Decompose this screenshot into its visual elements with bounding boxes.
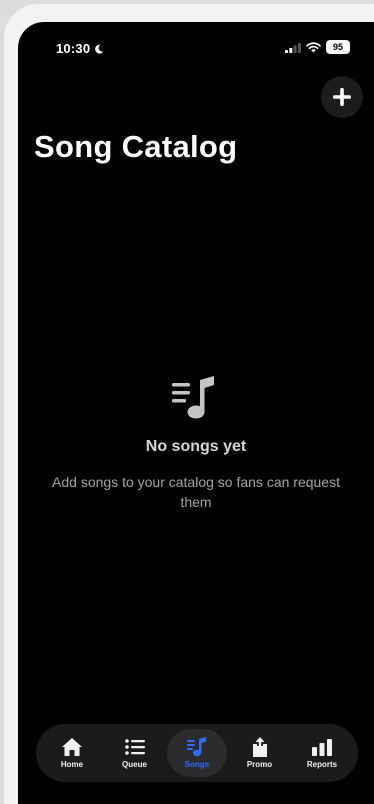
empty-state-title: No songs yet	[145, 438, 247, 455]
status-bar-time: 10:30	[56, 41, 104, 56]
tab-bar: Home Queue Songs Promo Reports	[36, 724, 358, 782]
share-icon	[252, 737, 267, 757]
tab-reports[interactable]: Reports	[292, 729, 352, 777]
tab-promo[interactable]: Promo	[230, 729, 290, 777]
status-bar-indicators: 95	[285, 40, 350, 54]
list-icon	[124, 739, 145, 755]
house-icon	[62, 738, 82, 756]
empty-state-description: Add songs to your catalog so fans can re…	[52, 474, 340, 510]
battery-level: 95	[332, 42, 343, 52]
tab-reports-label: Reports	[306, 760, 338, 769]
tab-songs-label: Songs	[184, 760, 210, 769]
tab-queue[interactable]: Queue	[105, 729, 165, 777]
music-list-icon	[187, 737, 206, 757]
page-title: Song Catalog	[34, 129, 238, 164]
tab-home[interactable]: Home	[42, 729, 102, 777]
signal-icon	[285, 42, 301, 53]
tab-songs[interactable]: Songs	[167, 729, 227, 777]
status-time-label: 10:30	[56, 41, 91, 56]
app-screen: 10:30 95 Song Catalog No songs yet Add s…	[18, 22, 374, 804]
wifi-icon	[306, 41, 321, 52]
plus-icon	[333, 88, 351, 106]
add-song-button[interactable]	[321, 76, 363, 118]
battery-indicator: 95	[326, 40, 350, 54]
tab-promo-label: Promo	[246, 760, 273, 769]
music-list-icon	[172, 376, 214, 419]
bar-chart-icon	[312, 739, 332, 756]
tab-home-label: Home	[60, 760, 84, 769]
empty-state: No songs yet Add songs to your catalog s…	[18, 376, 374, 512]
device-bezel: 10:30 95 Song Catalog No songs yet Add s…	[0, 0, 374, 804]
tab-queue-label: Queue	[122, 760, 147, 769]
moon-icon	[95, 44, 104, 53]
